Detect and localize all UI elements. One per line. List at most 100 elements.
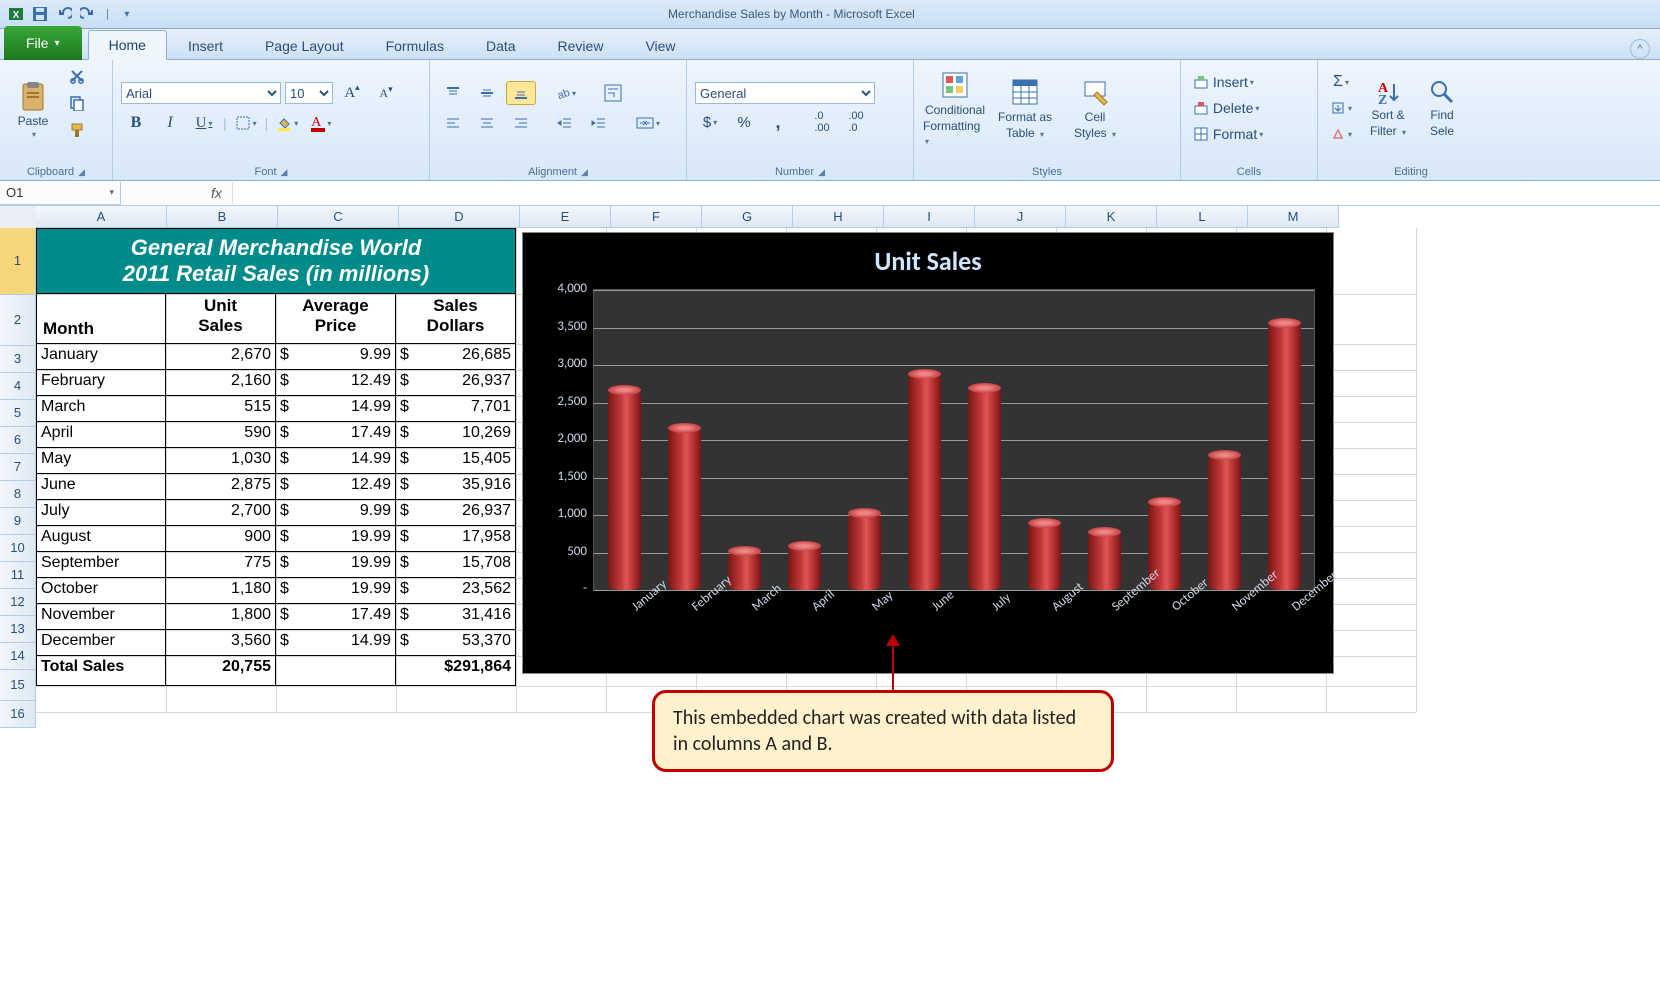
cell-price-3[interactable]: $17.49 bbox=[276, 422, 396, 448]
borders-button[interactable]: ▾ bbox=[231, 111, 261, 135]
format-cells-button[interactable]: Format ▾ bbox=[1189, 122, 1297, 146]
tab-page-layout[interactable]: Page Layout bbox=[244, 31, 365, 60]
cell-dollars-8[interactable]: $15,708 bbox=[396, 552, 516, 578]
col-header-K[interactable]: K bbox=[1066, 206, 1157, 228]
bar-7[interactable] bbox=[1028, 523, 1061, 591]
tab-data[interactable]: Data bbox=[465, 31, 537, 60]
paste-button[interactable]: Paste ▾ bbox=[8, 64, 58, 154]
cell-dollars-4[interactable]: $15,405 bbox=[396, 448, 516, 474]
merge-center-button[interactable]: ▾ bbox=[632, 111, 664, 135]
col-header-J[interactable]: J bbox=[975, 206, 1066, 228]
increase-font-button[interactable]: A▴ bbox=[337, 81, 367, 105]
cell-price-7[interactable]: $19.99 bbox=[276, 526, 396, 552]
cell-price-5[interactable]: $12.49 bbox=[276, 474, 396, 500]
cell-month-7[interactable]: August bbox=[36, 526, 166, 552]
col-header-G[interactable]: G bbox=[702, 206, 793, 228]
cell-month-0[interactable]: January bbox=[36, 344, 166, 370]
row-header-14[interactable]: 14 bbox=[0, 643, 36, 670]
cut-button[interactable] bbox=[62, 64, 92, 88]
qat-customize-icon[interactable]: ▾ bbox=[117, 4, 137, 24]
cell-units-0[interactable]: 2,670 bbox=[166, 344, 276, 370]
cell-price-11[interactable]: $14.99 bbox=[276, 630, 396, 656]
fill-color-button[interactable]: ▾ bbox=[272, 111, 302, 135]
cell-price-8[interactable]: $19.99 bbox=[276, 552, 396, 578]
bar-5[interactable] bbox=[908, 374, 941, 590]
cell-dollars-10[interactable]: $31,416 bbox=[396, 604, 516, 630]
cell-month-6[interactable]: July bbox=[36, 500, 166, 526]
tab-view[interactable]: View bbox=[624, 31, 696, 60]
col-header-H[interactable]: H bbox=[793, 206, 884, 228]
cell-price-10[interactable]: $17.49 bbox=[276, 604, 396, 630]
format-painter-button[interactable] bbox=[62, 118, 92, 142]
cell-dollars-0[interactable]: $26,685 bbox=[396, 344, 516, 370]
row-header-10[interactable]: 10 bbox=[0, 535, 36, 562]
cell-units-7[interactable]: 900 bbox=[166, 526, 276, 552]
row-header-9[interactable]: 9 bbox=[0, 508, 36, 535]
formula-input[interactable] bbox=[233, 182, 1660, 204]
percent-button[interactable]: % bbox=[729, 110, 759, 134]
bar-6[interactable] bbox=[968, 388, 1001, 591]
align-left-button[interactable] bbox=[438, 111, 468, 135]
cell-month-9[interactable]: October bbox=[36, 578, 166, 604]
cell-units-11[interactable]: 3,560 bbox=[166, 630, 276, 656]
italic-button[interactable]: I bbox=[155, 111, 185, 135]
font-size-select[interactable]: 10 bbox=[285, 82, 333, 104]
cell-styles-button[interactable]: Cell Styles ▾ bbox=[1062, 63, 1128, 153]
tab-formulas[interactable]: Formulas bbox=[365, 31, 465, 60]
align-right-button[interactable] bbox=[506, 111, 536, 135]
bold-button[interactable]: B bbox=[121, 111, 151, 135]
cell-units-3[interactable]: 590 bbox=[166, 422, 276, 448]
cell-units-6[interactable]: 2,700 bbox=[166, 500, 276, 526]
align-bottom-button[interactable] bbox=[506, 81, 536, 105]
cell-month-2[interactable]: March bbox=[36, 396, 166, 422]
format-as-table-button[interactable]: Format as Table ▾ bbox=[992, 63, 1058, 153]
clipboard-launcher-icon[interactable]: ◢ bbox=[78, 167, 85, 178]
cell-month-4[interactable]: May bbox=[36, 448, 166, 474]
bar-11[interactable] bbox=[1268, 323, 1301, 590]
cell-dollars-9[interactable]: $23,562 bbox=[396, 578, 516, 604]
orientation-button[interactable]: ab▾ bbox=[550, 81, 580, 105]
copy-button[interactable] bbox=[62, 91, 92, 115]
cell-dollars-5[interactable]: $35,916 bbox=[396, 474, 516, 500]
alignment-launcher-icon[interactable]: ◢ bbox=[581, 167, 588, 178]
cell-month-11[interactable]: December bbox=[36, 630, 166, 656]
number-format-select[interactable]: General bbox=[695, 82, 875, 104]
row-header-2[interactable]: 2 bbox=[0, 295, 36, 346]
insert-cells-button[interactable]: Insert ▾ bbox=[1189, 70, 1297, 94]
cell-total-units[interactable]: 20,755 bbox=[166, 656, 276, 686]
col-header-B[interactable]: B bbox=[167, 206, 278, 228]
cell-units-8[interactable]: 775 bbox=[166, 552, 276, 578]
find-select-button[interactable]: Find Sele bbox=[1420, 63, 1464, 153]
row-header-8[interactable]: 8 bbox=[0, 481, 36, 508]
col-header-F[interactable]: F bbox=[611, 206, 702, 228]
cell-price-2[interactable]: $14.99 bbox=[276, 396, 396, 422]
cell-dollars-6[interactable]: $26,937 bbox=[396, 500, 516, 526]
cell-total-price[interactable] bbox=[276, 656, 396, 686]
row-header-12[interactable]: 12 bbox=[0, 589, 36, 616]
comma-button[interactable]: , bbox=[763, 110, 793, 134]
title-cell[interactable]: General Merchandise World2011 Retail Sal… bbox=[36, 228, 516, 294]
bar-3[interactable] bbox=[788, 546, 821, 590]
row-header-16[interactable]: 16 bbox=[0, 701, 36, 728]
increase-decimal-button[interactable]: .0.00 bbox=[807, 110, 837, 134]
redo-icon[interactable] bbox=[78, 4, 98, 24]
col-header-C[interactable]: C bbox=[278, 206, 399, 228]
accounting-button[interactable]: $▾ bbox=[695, 110, 725, 134]
col-header-E[interactable]: E bbox=[520, 206, 611, 228]
col-header-A[interactable]: A bbox=[36, 206, 167, 228]
row-header-7[interactable]: 7 bbox=[0, 454, 36, 481]
file-tab[interactable]: File bbox=[4, 26, 82, 60]
bar-0[interactable] bbox=[608, 390, 641, 590]
cell-units-10[interactable]: 1,800 bbox=[166, 604, 276, 630]
select-all-corner[interactable] bbox=[0, 206, 37, 229]
worksheet-grid[interactable]: ABCDEFGHIJKLM 12345678910111213141516 Ge… bbox=[0, 206, 1660, 1000]
cell-units-9[interactable]: 1,180 bbox=[166, 578, 276, 604]
col-header-L[interactable]: L bbox=[1157, 206, 1248, 228]
undo-icon[interactable] bbox=[54, 4, 74, 24]
cell-units-2[interactable]: 515 bbox=[166, 396, 276, 422]
header-units[interactable]: UnitSales bbox=[166, 294, 276, 344]
row-header-11[interactable]: 11 bbox=[0, 562, 36, 589]
cell-month-1[interactable]: February bbox=[36, 370, 166, 396]
cell-price-0[interactable]: $9.99 bbox=[276, 344, 396, 370]
row-header-4[interactable]: 4 bbox=[0, 373, 36, 400]
